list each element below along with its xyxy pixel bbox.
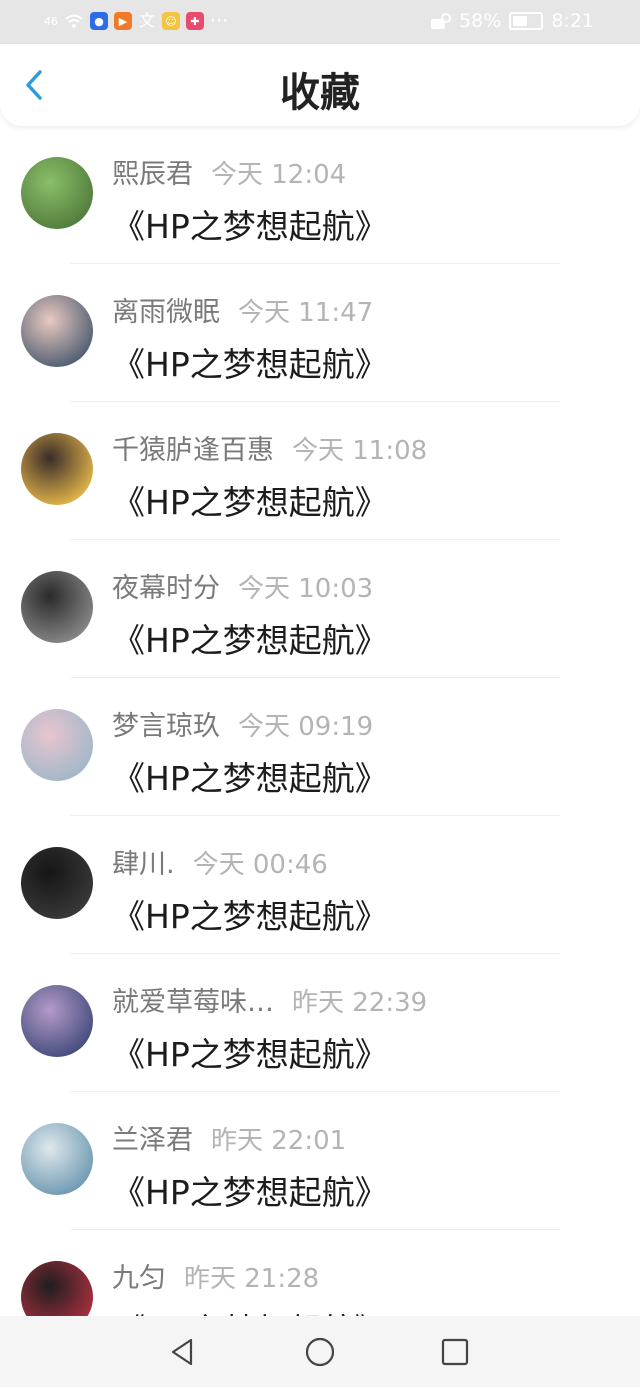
puzzle-app-icon: ✚	[186, 12, 204, 30]
status-right: 58% 8:21	[429, 10, 594, 32]
avatar[interactable]	[21, 433, 93, 505]
translate-icon: 文	[138, 11, 155, 30]
header: 收藏	[0, 44, 640, 126]
more-notifications: ···	[210, 10, 229, 32]
user-name[interactable]: 熙辰君	[112, 159, 193, 190]
face-app-icon: ☺	[162, 12, 180, 30]
favorites-list[interactable]: 熙辰君 今天 12:04 《HP之梦想起航》 离雨微眠 今天 11:47 《HP之梦想起航…	[0, 126, 640, 1316]
timestamp: 今天 00:46	[192, 850, 328, 880]
alarm-lock-icon	[431, 13, 452, 29]
user-name[interactable]: 梦言琼玖	[112, 711, 220, 742]
item-meta: 夜幕时分 今天 10:03	[112, 566, 373, 605]
item-meta: 就爱草莓味… 昨天 22:39	[112, 980, 427, 1019]
avatar[interactable]	[21, 709, 93, 781]
favorite-content[interactable]: 《HP之梦想起航》	[112, 890, 388, 938]
favorite-item[interactable]: 熙辰君 今天 12:04 《HP之梦想起航》	[0, 126, 640, 264]
avatar[interactable]	[21, 571, 93, 643]
favorite-content[interactable]: 《HP之梦想起航》	[112, 200, 388, 248]
favorite-content[interactable]: 《HP之梦想起航》	[112, 1304, 388, 1316]
system-nav-bar	[0, 1316, 640, 1387]
page-title: 收藏	[280, 70, 360, 116]
favorite-content[interactable]: 《HP之梦想起航》	[112, 614, 388, 662]
timestamp: 昨天 22:01	[211, 1126, 347, 1156]
timestamp: 今天 11:47	[238, 298, 374, 328]
battery-icon	[509, 12, 544, 30]
user-name[interactable]: 千猿胪逢百惠	[112, 435, 274, 466]
favorite-item[interactable]: 兰泽君 昨天 22:01 《HP之梦想起航》	[0, 1092, 640, 1230]
favorite-item[interactable]: 九匀昨天 21:28 《HP之梦想起航》	[0, 1230, 640, 1316]
timestamp: 昨天 22:39	[292, 988, 428, 1018]
avatar[interactable]	[21, 1261, 93, 1316]
nav-home-icon[interactable]	[304, 1336, 336, 1368]
play-app-icon: ▶	[114, 12, 132, 30]
item-meta: 肆川. 今天 00:46	[112, 842, 328, 881]
favorite-content[interactable]: 《HP之梦想起航》	[112, 752, 388, 800]
user-name[interactable]: 肆川.	[112, 849, 175, 880]
user-name[interactable]: 夜幕时分	[112, 573, 220, 604]
timestamp: 今天 10:03	[238, 574, 374, 604]
avatar[interactable]	[21, 295, 93, 367]
status-left: 46 ● ▶ 文 ☺ ✚ ···	[44, 10, 228, 32]
timestamp: 今天 11:08	[292, 436, 428, 466]
item-meta: 梦言琼玖 今天 09:19	[112, 704, 373, 743]
favorite-content[interactable]: 《HP之梦想起航》	[112, 338, 388, 386]
user-name[interactable]: 九匀	[112, 1263, 166, 1294]
user-name[interactable]: 兰泽君	[112, 1125, 193, 1156]
user-name[interactable]: 就爱草莓味…	[112, 987, 274, 1018]
wifi-icon	[65, 14, 83, 28]
signal-icon: 46	[44, 14, 58, 28]
bulb-app-icon: ●	[90, 12, 108, 30]
timestamp: 今天 12:04	[211, 160, 347, 190]
avatar[interactable]	[21, 847, 93, 919]
favorite-item[interactable]: 梦言琼玖 今天 09:19 《HP之梦想起航》	[0, 678, 640, 816]
user-name[interactable]: 离雨微眠	[112, 297, 220, 328]
item-meta: 兰泽君 昨天 22:01	[112, 1118, 346, 1157]
timestamp: 今天 09:19	[238, 712, 374, 742]
favorite-item[interactable]: 就爱草莓味… 昨天 22:39 《HP之梦想起航》	[0, 954, 640, 1092]
clock: 8:21	[551, 10, 594, 32]
favorite-item[interactable]: 夜幕时分 今天 10:03 《HP之梦想起航》	[0, 540, 640, 678]
item-meta: 千猿胪逢百惠 今天 11:08	[112, 428, 427, 467]
favorite-item[interactable]: 千猿胪逢百惠 今天 11:08 《HP之梦想起航》	[0, 402, 640, 540]
avatar[interactable]	[21, 157, 93, 229]
timestamp: 昨天 21:28	[184, 1264, 320, 1294]
avatar[interactable]	[21, 985, 93, 1057]
item-meta: 离雨微眠 今天 11:47	[112, 290, 373, 329]
status-bar: 46 ● ▶ 文 ☺ ✚ ··· 58% 8:21	[0, 0, 640, 44]
favorite-item[interactable]: 离雨微眠 今天 11:47 《HP之梦想起航》	[0, 264, 640, 402]
item-meta: 九匀 昨天 21:28	[112, 1256, 319, 1295]
nav-recents-icon[interactable]	[439, 1336, 471, 1368]
battery-percent: 58%	[459, 10, 502, 32]
favorite-content[interactable]: 《HP之梦想起航》	[112, 476, 388, 524]
favorite-content[interactable]: 《HP之梦想起航》	[112, 1028, 388, 1076]
nav-back-icon[interactable]	[167, 1336, 199, 1368]
item-meta: 熙辰君 今天 12:04	[112, 152, 346, 191]
favorite-item[interactable]: 肆川. 今天 00:46 《HP之梦想起航》	[0, 816, 640, 954]
avatar[interactable]	[21, 1123, 93, 1195]
favorite-content[interactable]: 《HP之梦想起航》	[112, 1166, 388, 1214]
